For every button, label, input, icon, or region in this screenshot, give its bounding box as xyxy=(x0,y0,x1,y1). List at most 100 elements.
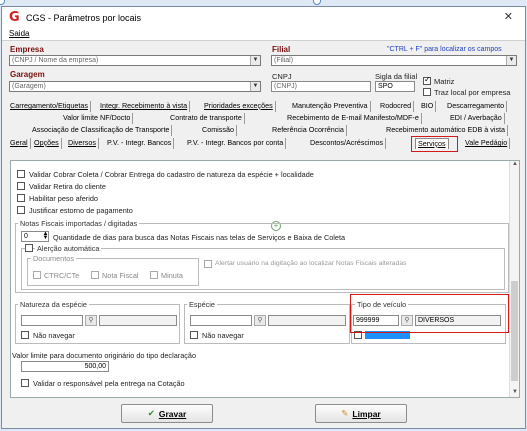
nota-fiscal-checkbox[interactable] xyxy=(91,271,99,279)
binoculars-icon[interactable]: ⚲ xyxy=(254,315,266,326)
tab-prioridades[interactable]: Prioridades exceções xyxy=(202,101,276,112)
valor-limite-field[interactable]: 500,00 xyxy=(21,361,109,372)
especie-nao-navegar-label: Não navegar xyxy=(202,331,244,340)
traz-local-checkbox[interactable] xyxy=(423,88,431,96)
peso-aferido-checkbox[interactable] xyxy=(17,194,25,202)
cobrar-coleta-checkbox[interactable] xyxy=(17,170,25,178)
gravar-button[interactable]: ✔ Gravar xyxy=(121,404,213,423)
estorno-checkbox[interactable] xyxy=(17,206,25,214)
valor-limite-label: Valor limite para documento originário d… xyxy=(12,351,197,360)
scroll-down-icon[interactable]: ▼ xyxy=(510,389,520,397)
menu-saida[interactable]: Saida xyxy=(9,29,29,38)
chevron-down-icon: ▼ xyxy=(250,82,260,91)
dias-label: Quantidade de dias para busca das Notas … xyxy=(53,233,346,242)
especie-field[interactable] xyxy=(190,315,252,326)
chevron-down-icon: ▼ xyxy=(506,56,516,65)
scroll-up-icon[interactable]: ▲ xyxy=(510,161,520,169)
filial-label: Filial xyxy=(272,45,291,54)
tab-pv-integr-conta[interactable]: P.V. - Integr. Bancos por conta xyxy=(185,138,287,149)
limpar-button[interactable]: ✎ Limpar xyxy=(315,404,407,423)
tab-recebimento-email[interactable]: Recebimento de E-mail Manifesto/MDF-e xyxy=(285,113,422,124)
tab-manutencao[interactable]: Manutenção Preventiva xyxy=(290,101,371,112)
empresa-label: Empresa xyxy=(10,45,44,54)
tab-rodocred[interactable]: Rodocred xyxy=(378,101,415,112)
servicos-tab-highlight xyxy=(411,136,458,152)
ctrc-checkbox[interactable] xyxy=(33,271,41,279)
tab-edi[interactable]: EDI / Averbação xyxy=(448,113,505,124)
sigla-value: SPO xyxy=(378,83,393,90)
filial-value: (Filial) xyxy=(274,57,294,64)
tab-associacao[interactable]: Associação de Classificação de Transport… xyxy=(30,125,173,136)
eraser-icon: ✎ xyxy=(341,408,349,419)
sigla-field[interactable]: SPO xyxy=(375,81,415,92)
tab-comissao[interactable]: Comissão xyxy=(200,125,237,136)
tab-row-2: Valor limite NF/Docto Contrato de transp… xyxy=(8,113,521,124)
tab-row-3: Associação de Classificação de Transport… xyxy=(8,125,521,136)
window-corner-handle-left xyxy=(0,0,5,5)
retira-cliente-label: Validar Retira do cliente xyxy=(29,182,106,191)
validar-responsavel-label: Validar o responsável pela entrega na Co… xyxy=(33,379,185,388)
tab-descontos[interactable]: Descontos/Acréscimos xyxy=(308,138,387,149)
especie-desc-field xyxy=(268,315,346,326)
tab-pv-integr[interactable]: P.V. - Integr. Bancos xyxy=(105,138,175,149)
checkmark-icon: ✔ xyxy=(147,408,155,419)
tab-row-1: Carregamento/Etiquetas Integr. Recebimen… xyxy=(8,101,521,112)
sigla-label: Sigla da filial xyxy=(375,72,418,81)
cnpj-value: (CNPJ) xyxy=(274,83,297,90)
tab-contrato[interactable]: Contrato de transporte xyxy=(168,113,245,124)
filial-combo[interactable]: (Filial) ▼ xyxy=(271,55,517,66)
scroll-thumb[interactable] xyxy=(511,281,518,381)
peso-aferido-label: Habilitar peso aferido xyxy=(29,194,98,203)
garagem-label: Garagem xyxy=(10,70,45,79)
gravar-label: Gravar xyxy=(158,408,187,419)
natureza-desc-field xyxy=(99,315,177,326)
validar-responsavel-checkbox[interactable] xyxy=(21,379,29,387)
tab-referencia[interactable]: Referência Ocorrência xyxy=(270,125,347,136)
tab-carregamento[interactable]: Carregamento/Etiquetas xyxy=(8,101,91,112)
tab-bio[interactable]: BIO xyxy=(419,101,437,112)
estorno-label: Justificar estorno de pagamento xyxy=(29,206,133,215)
tab-vale-pedagio[interactable]: Vale Pedágio xyxy=(463,138,511,149)
servicos-panel: Validar Cobrar Coleta / Cobrar Entrega d… xyxy=(10,160,520,398)
garagem-combo[interactable]: (Garagem) ▼ xyxy=(9,81,261,92)
traz-local-label: Traz local por empresa xyxy=(434,88,511,97)
valor-limite-value: 500,00 xyxy=(84,363,106,370)
nota-fiscal-label: Nota Fiscal xyxy=(102,271,139,280)
minuta-checkbox[interactable] xyxy=(150,271,158,279)
window-title: CGS - Parâmetros por locais xyxy=(26,12,142,23)
panel-scrollbar[interactable]: ▲ ▼ xyxy=(509,161,519,397)
minuta-label: Minuta xyxy=(161,271,183,280)
menu-bar: Saida xyxy=(2,28,525,41)
documentos-title: Documentos xyxy=(31,254,76,263)
tab-valor-limite[interactable]: Valor limite NF/Docto xyxy=(61,113,134,124)
tab-recebimento-auto[interactable]: Recebimento automático EDB à vista xyxy=(384,125,509,136)
natureza-nao-navegar-label: Não navegar xyxy=(33,331,75,340)
ctrl-f-hint: "CTRL + F" para localizar os campos xyxy=(387,46,502,53)
binoculars-icon[interactable]: ⚲ xyxy=(85,315,97,326)
dias-value: 0 xyxy=(24,233,28,240)
spinner-icon[interactable]: ▲ ▼ xyxy=(42,231,49,241)
close-button[interactable]: ✕ xyxy=(504,10,513,23)
tab-integr-recebimento[interactable]: Integr. Recebimento à vista xyxy=(98,101,191,112)
retira-cliente-checkbox[interactable] xyxy=(17,182,25,190)
natureza-title: Natureza da espécie xyxy=(18,300,89,309)
empresa-combo[interactable]: (CNPJ / Nome da empresa) ▼ xyxy=(9,55,261,66)
cobrar-coleta-label: Validar Cobrar Coleta / Cobrar Entrega d… xyxy=(29,170,314,179)
tab-diversos[interactable]: Diversos xyxy=(66,138,99,149)
ctrc-label: CTRC/CTe xyxy=(44,271,80,280)
alerta-auto-checkbox[interactable] xyxy=(25,244,33,252)
notas-fiscais-title: Notas Fiscais importadas / digitadas xyxy=(18,219,140,228)
natureza-field[interactable] xyxy=(21,315,83,326)
tab-descarregamento[interactable]: Descarregamento xyxy=(445,101,508,112)
app-logo-icon: G xyxy=(9,9,20,25)
alerta-auto-label: Alerção automática xyxy=(35,244,102,253)
cnpj-label: CNPJ xyxy=(272,72,292,81)
limpar-label: Limpar xyxy=(352,408,381,419)
especie-nao-navegar-checkbox[interactable] xyxy=(190,331,198,339)
alertar-checkbox[interactable] xyxy=(204,260,212,268)
tab-geral[interactable]: Geral xyxy=(8,138,31,149)
matriz-checkbox[interactable] xyxy=(423,75,431,85)
tab-opcoes[interactable]: Opções xyxy=(32,138,62,149)
cnpj-field[interactable]: (CNPJ) xyxy=(271,81,371,92)
natureza-nao-navegar-checkbox[interactable] xyxy=(21,331,29,339)
